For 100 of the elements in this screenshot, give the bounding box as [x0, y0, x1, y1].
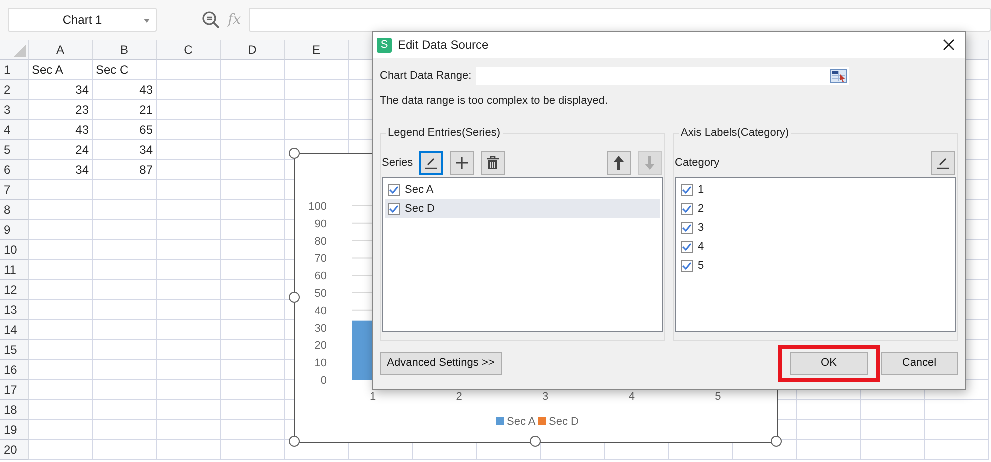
table-cell: [157, 200, 221, 220]
category-list-item[interactable]: 1: [678, 180, 953, 199]
axis-label: 80: [314, 236, 327, 248]
axis-label: 2: [456, 391, 462, 403]
row-header[interactable]: 14: [0, 320, 29, 340]
checkbox[interactable]: [388, 202, 400, 214]
plus-icon: [455, 156, 470, 170]
row-header[interactable]: 8: [0, 200, 29, 220]
table-cell: 34: [29, 80, 93, 100]
checkbox[interactable]: [681, 222, 693, 234]
row-header[interactable]: 18: [0, 400, 29, 420]
range-picker-icon[interactable]: [830, 69, 847, 83]
checkbox[interactable]: [681, 260, 693, 272]
up-button[interactable]: [607, 151, 631, 175]
add-button[interactable]: [450, 151, 474, 175]
resize-handle[interactable]: [289, 292, 300, 303]
axis-label: 20: [314, 340, 327, 352]
table-cell: [93, 340, 157, 360]
field-label: Chart Data Range:: [380, 70, 472, 82]
legend-label: Sec D: [549, 416, 579, 428]
series-list-item[interactable]: Sec D: [385, 199, 660, 218]
formula-field[interactable]: [249, 8, 991, 32]
row-header[interactable]: 5: [0, 140, 29, 160]
table-cell: [797, 440, 861, 460]
column-header[interactable]: E: [285, 40, 349, 60]
column-header[interactable]: A: [29, 40, 93, 60]
pencil-icon: [424, 156, 438, 170]
table-cell: [221, 440, 285, 460]
column-header[interactable]: C: [157, 40, 221, 60]
axis-label: 3: [542, 391, 549, 403]
row-header[interactable]: 17: [0, 380, 29, 400]
ok-button[interactable]: OK: [790, 352, 868, 374]
caret-icon: [144, 19, 150, 23]
table-cell: 21: [93, 100, 157, 120]
table-cell: [157, 380, 221, 400]
table-cell: [157, 320, 221, 340]
checkbox[interactable]: [388, 184, 400, 196]
axis-label: 50: [314, 288, 327, 300]
table-cell: [29, 320, 93, 340]
row-header[interactable]: 6: [0, 160, 29, 180]
resize-handle[interactable]: [530, 436, 541, 447]
category-list-item[interactable]: 4: [678, 237, 953, 256]
table-cell: 34: [93, 140, 157, 160]
table-cell: [93, 440, 157, 460]
table-cell: [29, 240, 93, 260]
table-cell: [797, 420, 861, 440]
up-arrow-icon: [614, 156, 624, 170]
cancel-button[interactable]: Cancel: [881, 352, 958, 374]
row-header[interactable]: 10: [0, 240, 29, 260]
panel-title: Legend Entries(Series): [387, 127, 502, 139]
category-list-item[interactable]: 3: [678, 218, 953, 237]
table-cell: [93, 360, 157, 380]
row-header[interactable]: 3: [0, 100, 29, 120]
category-list-item[interactable]: 5: [678, 256, 953, 275]
table-cell: [29, 280, 93, 300]
column-header[interactable]: D: [221, 40, 285, 60]
delete-button[interactable]: [481, 151, 506, 175]
edit-button[interactable]: [419, 151, 444, 175]
table-cell: 87: [93, 160, 157, 180]
zoom-out-icon[interactable]: [202, 11, 220, 29]
table-cell: 23: [29, 100, 93, 120]
axis-label: 90: [314, 218, 327, 230]
row-header[interactable]: 15: [0, 340, 29, 360]
row-header[interactable]: 9: [0, 220, 29, 240]
table-cell: [29, 180, 93, 200]
bar: [352, 320, 372, 380]
edit-button[interactable]: [931, 151, 955, 175]
row-header[interactable]: 7: [0, 180, 29, 200]
table-cell: [93, 380, 157, 400]
series-list-item[interactable]: Sec A: [385, 180, 660, 199]
row-header[interactable]: 1: [0, 60, 29, 80]
checkbox[interactable]: [681, 240, 693, 252]
checkbox[interactable]: [681, 184, 693, 196]
table-cell: [93, 240, 157, 260]
row-header[interactable]: 20: [0, 440, 29, 460]
column-header[interactable]: B: [93, 40, 157, 60]
legend-label: Sec A: [507, 416, 536, 428]
table-cell: [157, 280, 221, 300]
table-cell: [861, 420, 925, 440]
row-header[interactable]: 13: [0, 300, 29, 320]
axis-label: 1: [370, 391, 376, 403]
row-header[interactable]: 11: [0, 260, 29, 280]
close-icon[interactable]: [943, 39, 955, 51]
name-box[interactable]: Chart 1: [8, 8, 157, 32]
advanced-settings-button[interactable]: Advanced Settings >>: [380, 352, 502, 374]
row-header[interactable]: 19: [0, 420, 29, 440]
resize-handle[interactable]: [289, 436, 300, 447]
row-header[interactable]: 2: [0, 80, 29, 100]
checkbox[interactable]: [681, 202, 693, 214]
table-cell: [29, 360, 93, 380]
category-list-item[interactable]: 2: [678, 199, 953, 218]
row-header[interactable]: 4: [0, 120, 29, 140]
row-header[interactable]: 16: [0, 360, 29, 380]
resize-handle[interactable]: [771, 436, 782, 447]
range-field[interactable]: [476, 67, 849, 85]
axis-label: 60: [314, 270, 327, 283]
row-header[interactable]: 12: [0, 280, 29, 300]
resize-handle[interactable]: [289, 148, 300, 159]
table-cell: [29, 420, 93, 440]
table-cell: [221, 100, 285, 120]
